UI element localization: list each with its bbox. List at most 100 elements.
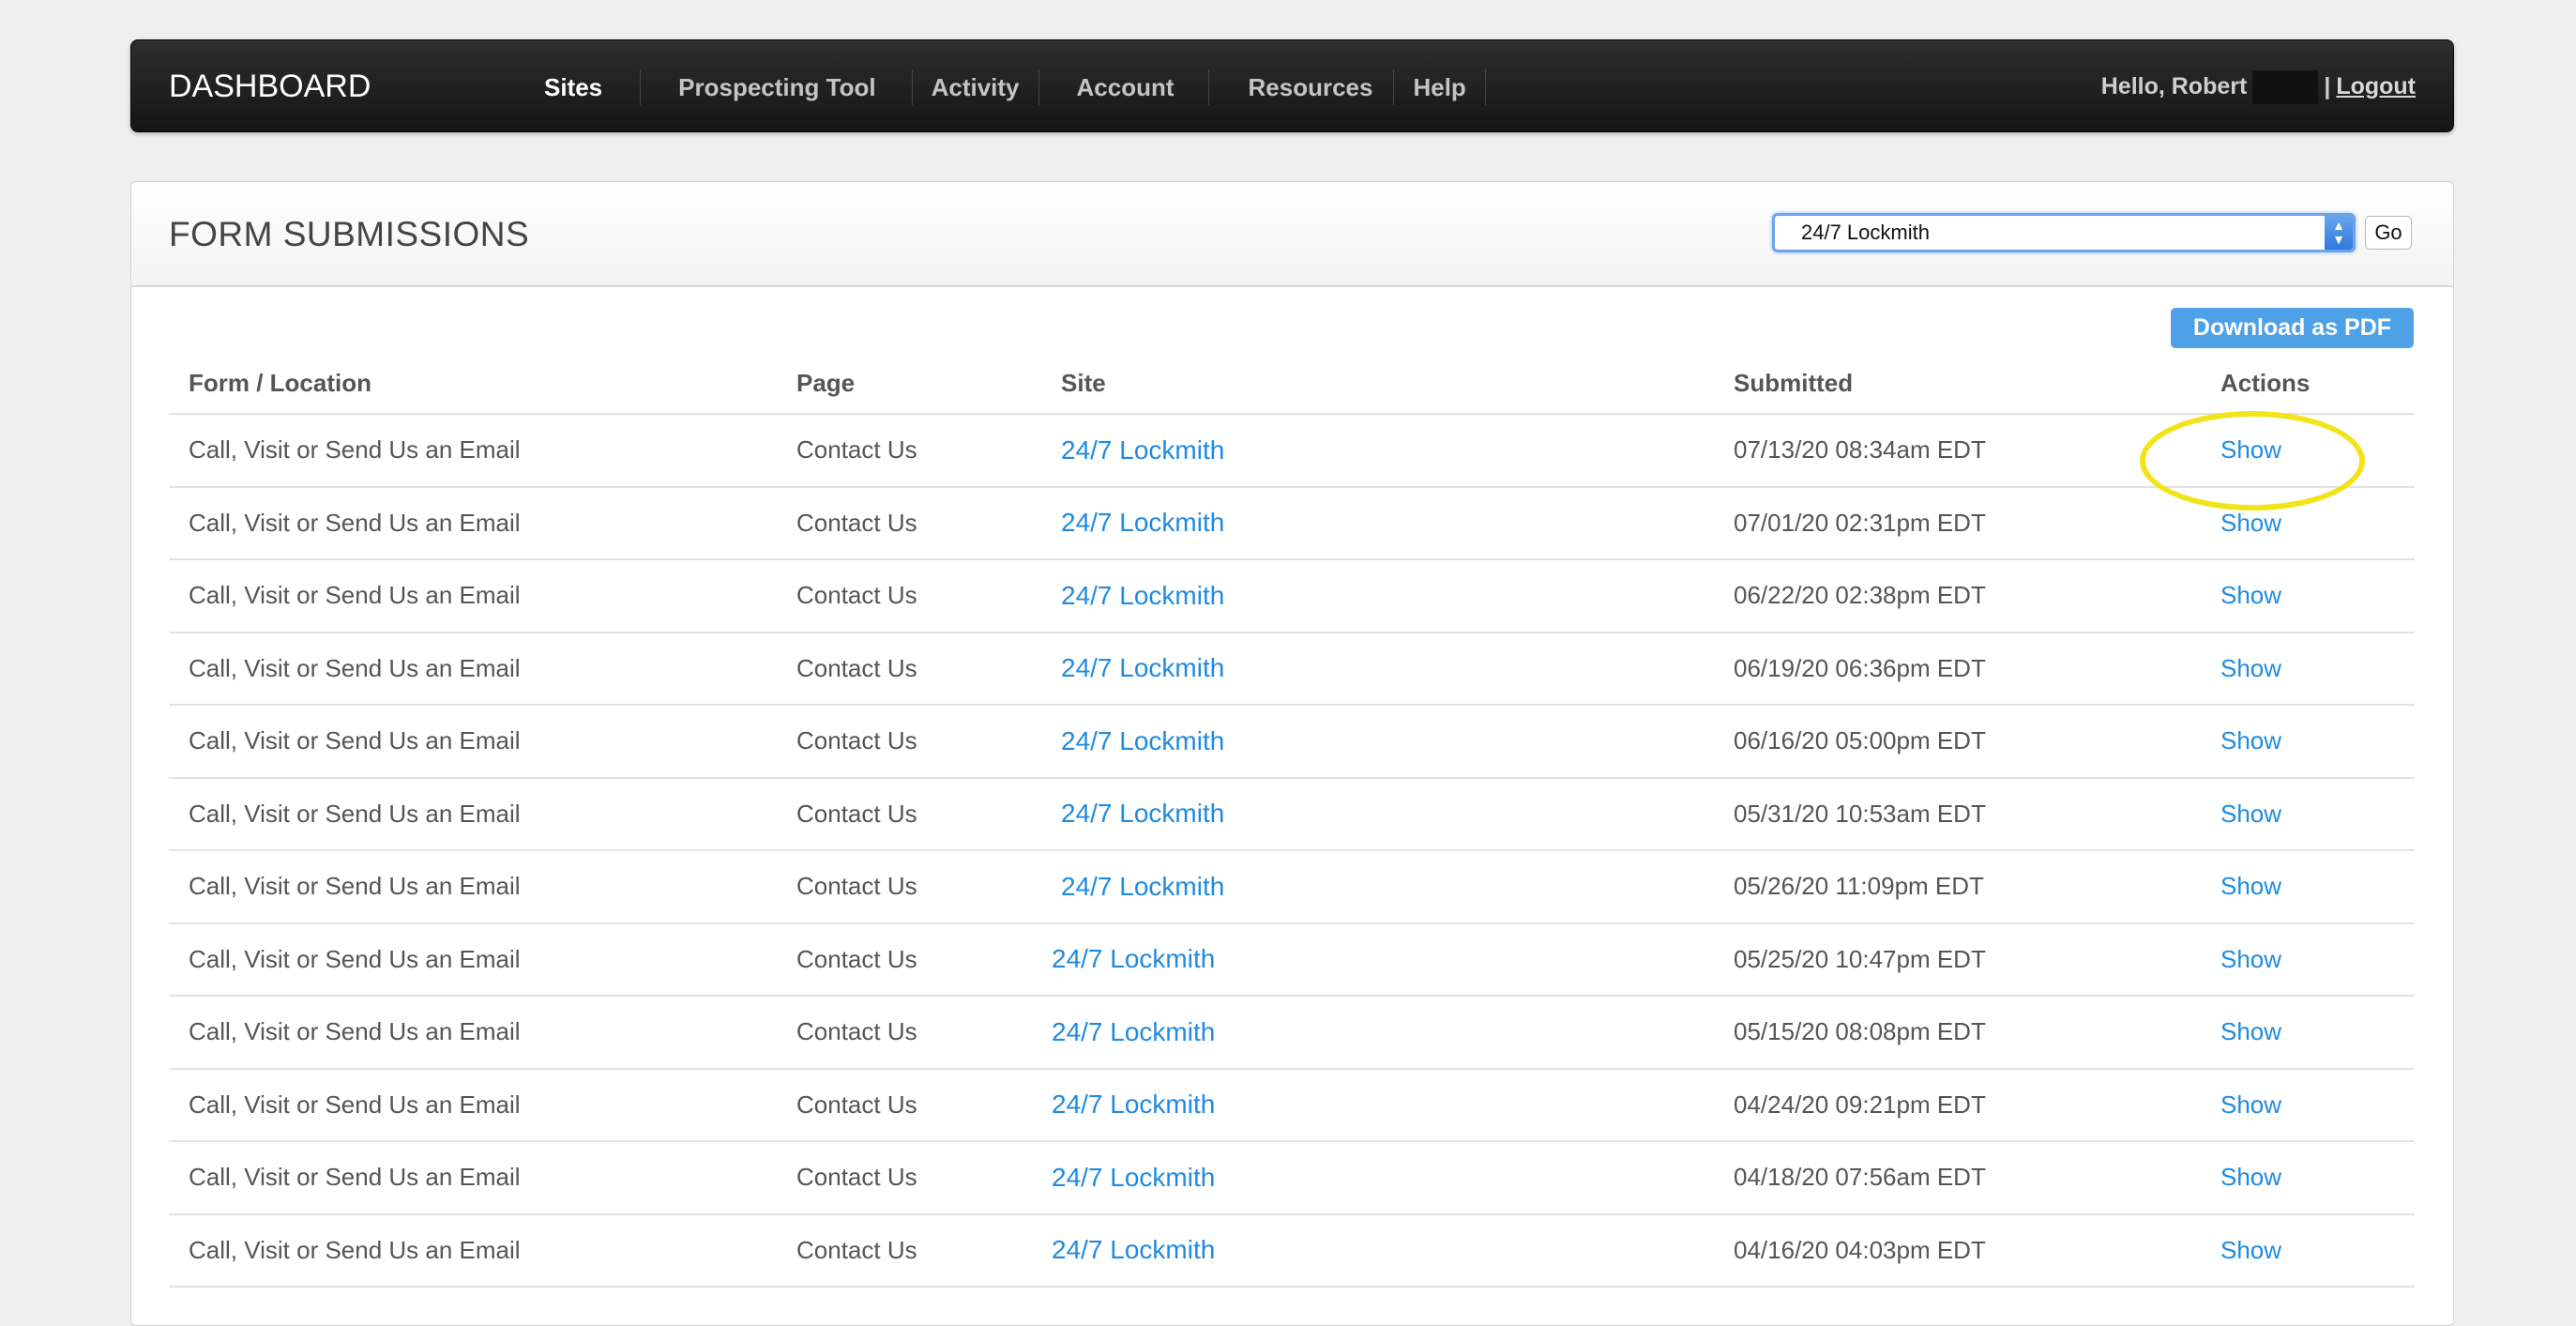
show-link[interactable]: Show	[2220, 509, 2281, 538]
table-row: Call, Visit or Send Us an Email Contact U…	[169, 779, 2415, 851]
show-link[interactable]: Show	[2220, 872, 2281, 901]
cell-submitted: 06/16/20 05:00pm EDT	[1734, 726, 1986, 755]
site-link[interactable]: 24/7 Lockmith	[1052, 1090, 1215, 1120]
nav-item-sites[interactable]: Sites	[502, 69, 642, 105]
table-row: Call, Visit or Send Us an Email Contact U…	[169, 560, 2415, 633]
logout-link[interactable]: Logout	[2336, 73, 2416, 100]
cell-submitted: 06/19/20 06:36pm EDT	[1734, 653, 1986, 682]
header-page: Page	[796, 368, 856, 397]
table-header-row: Form / Location Page Site Submitted Acti…	[169, 353, 2415, 415]
cell-form-location: Call, Visit or Send Us an Email	[189, 726, 521, 755]
cell-submitted: 06/22/20 02:38pm EDT	[1734, 581, 1986, 610]
download-pdf-button[interactable]: Download as PDF	[2171, 308, 2414, 348]
header-form-location: Form / Location	[189, 368, 371, 397]
user-separator: |	[2324, 73, 2331, 99]
brand-dashboard[interactable]: DASHBOARD	[169, 40, 371, 133]
page-title: FORM SUBMISSIONS	[169, 215, 530, 253]
show-link[interactable]: Show	[2220, 435, 2281, 465]
site-link[interactable]: 24/7 Lockmith	[1061, 653, 1224, 683]
show-link[interactable]: Show	[2220, 654, 2281, 683]
nav-item-account[interactable]: Account	[1039, 69, 1209, 105]
show-link[interactable]: Show	[2220, 800, 2281, 829]
nav-item-resources[interactable]: Resources	[1209, 69, 1395, 105]
site-link[interactable]: 24/7 Lockmith	[1052, 1163, 1215, 1193]
select-arrows-icon: ▲ ▼	[2325, 216, 2353, 250]
site-link[interactable]: 24/7 Lockmith	[1061, 581, 1224, 611]
show-link[interactable]: Show	[2220, 945, 2281, 974]
cell-submitted: 05/25/20 10:47pm EDT	[1734, 944, 1986, 973]
table-row: Call, Visit or Send Us an Email Contact U…	[169, 706, 2415, 779]
site-link[interactable]: 24/7 Lockmith	[1061, 435, 1224, 465]
cell-form-location: Call, Visit or Send Us an Email	[189, 1235, 521, 1264]
cell-page: Contact Us	[796, 1090, 917, 1119]
header-submitted: Submitted	[1734, 368, 1854, 397]
show-link[interactable]: Show	[2220, 581, 2281, 610]
cell-submitted: 04/18/20 07:56am EDT	[1734, 1163, 1986, 1192]
user-greeting: Hello, Robert	[2100, 73, 2248, 99]
main-nav: Sites Prospecting Tool Activity Account …	[502, 40, 1486, 133]
table-row: Call, Visit or Send Us an Email Contact U…	[169, 1215, 2415, 1288]
show-link[interactable]: Show	[2220, 1236, 2281, 1265]
site-select-value: 24/7 Lockmith	[1801, 221, 1930, 244]
show-link[interactable]: Show	[2220, 1090, 2281, 1120]
cell-page: Contact Us	[796, 799, 917, 828]
go-button[interactable]: Go	[2365, 216, 2412, 250]
table-row: Call, Visit or Send Us an Email Contact U…	[169, 415, 2415, 488]
cell-submitted: 07/01/20 02:31pm EDT	[1734, 508, 1986, 537]
form-submissions-panel: FORM SUBMISSIONS 24/7 Lockmith ▲ ▼ Go Dow…	[130, 181, 2454, 1326]
cell-form-location: Call, Visit or Send Us an Email	[189, 508, 521, 537]
table-row: Call, Visit or Send Us an Email Contact U…	[169, 851, 2415, 924]
cell-form-location: Call, Visit or Send Us an Email	[189, 799, 521, 828]
header-site: Site	[1061, 368, 1106, 397]
cell-submitted: 04/24/20 09:21pm EDT	[1734, 1090, 1986, 1119]
top-navbar: DASHBOARD Sites Prospecting Tool Activit…	[130, 39, 2454, 132]
cell-form-location: Call, Visit or Send Us an Email	[189, 1163, 521, 1192]
site-link[interactable]: 24/7 Lockmith	[1061, 799, 1224, 829]
site-link[interactable]: 24/7 Lockmith	[1061, 726, 1224, 756]
site-link[interactable]: 24/7 Lockmith	[1061, 872, 1224, 902]
cell-page: Contact Us	[796, 508, 917, 537]
cell-form-location: Call, Visit or Send Us an Email	[189, 1017, 521, 1046]
site-link[interactable]: 24/7 Lockmith	[1052, 944, 1215, 974]
redacted-name	[2252, 69, 2319, 104]
cell-page: Contact Us	[796, 872, 917, 901]
cell-submitted: 05/26/20 11:09pm EDT	[1734, 872, 1984, 901]
submissions-table: Form / Location Page Site Submitted Acti…	[169, 353, 2415, 1288]
cell-page: Contact Us	[796, 435, 917, 465]
cell-page: Contact Us	[796, 1163, 917, 1192]
panel-header: FORM SUBMISSIONS 24/7 Lockmith ▲ ▼ Go	[131, 182, 2453, 287]
site-link[interactable]: 24/7 Lockmith	[1052, 1017, 1215, 1047]
nav-item-help[interactable]: Help	[1394, 69, 1486, 105]
table-row: Call, Visit or Send Us an Email Contact U…	[169, 1142, 2415, 1215]
cell-form-location: Call, Visit or Send Us an Email	[189, 581, 521, 610]
site-link[interactable]: 24/7 Lockmith	[1061, 508, 1224, 538]
cell-submitted: 05/31/20 10:53am EDT	[1734, 799, 1986, 828]
cell-submitted: 07/13/20 08:34am EDT	[1734, 435, 1986, 465]
cell-page: Contact Us	[796, 1017, 917, 1046]
site-link[interactable]: 24/7 Lockmith	[1052, 1235, 1215, 1265]
table-row: Call, Visit or Send Us an Email Contact U…	[169, 633, 2415, 706]
cell-form-location: Call, Visit or Send Us an Email	[189, 1090, 521, 1119]
show-link[interactable]: Show	[2220, 726, 2281, 755]
cell-form-location: Call, Visit or Send Us an Email	[189, 872, 521, 901]
cell-page: Contact Us	[796, 1235, 917, 1264]
table-row: Call, Visit or Send Us an Email Contact U…	[169, 488, 2415, 560]
header-actions: Actions	[2220, 368, 2311, 397]
nav-item-activity[interactable]: Activity	[913, 69, 1039, 105]
cell-submitted: 05/15/20 08:08pm EDT	[1734, 1017, 1986, 1046]
table-row: Call, Visit or Send Us an Email Contact U…	[169, 1070, 2415, 1142]
nav-item-prospecting-tool[interactable]: Prospecting Tool	[641, 69, 913, 105]
show-link[interactable]: Show	[2220, 1017, 2281, 1046]
cell-form-location: Call, Visit or Send Us an Email	[189, 435, 521, 465]
cell-page: Contact Us	[796, 944, 917, 973]
cell-submitted: 04/16/20 04:03pm EDT	[1734, 1235, 1986, 1264]
table-row: Call, Visit or Send Us an Email Contact U…	[169, 997, 2415, 1070]
cell-form-location: Call, Visit or Send Us an Email	[189, 653, 521, 682]
table-row: Call, Visit or Send Us an Email Contact U…	[169, 924, 2415, 997]
site-select[interactable]: 24/7 Lockmith ▲ ▼	[1772, 213, 2356, 252]
cell-form-location: Call, Visit or Send Us an Email	[189, 944, 521, 973]
user-area: Hello, Robert | Logout	[2101, 40, 2416, 133]
cell-page: Contact Us	[796, 581, 917, 610]
table-body: Call, Visit or Send Us an Email Contact U…	[169, 415, 2415, 1288]
show-link[interactable]: Show	[2220, 1163, 2281, 1192]
